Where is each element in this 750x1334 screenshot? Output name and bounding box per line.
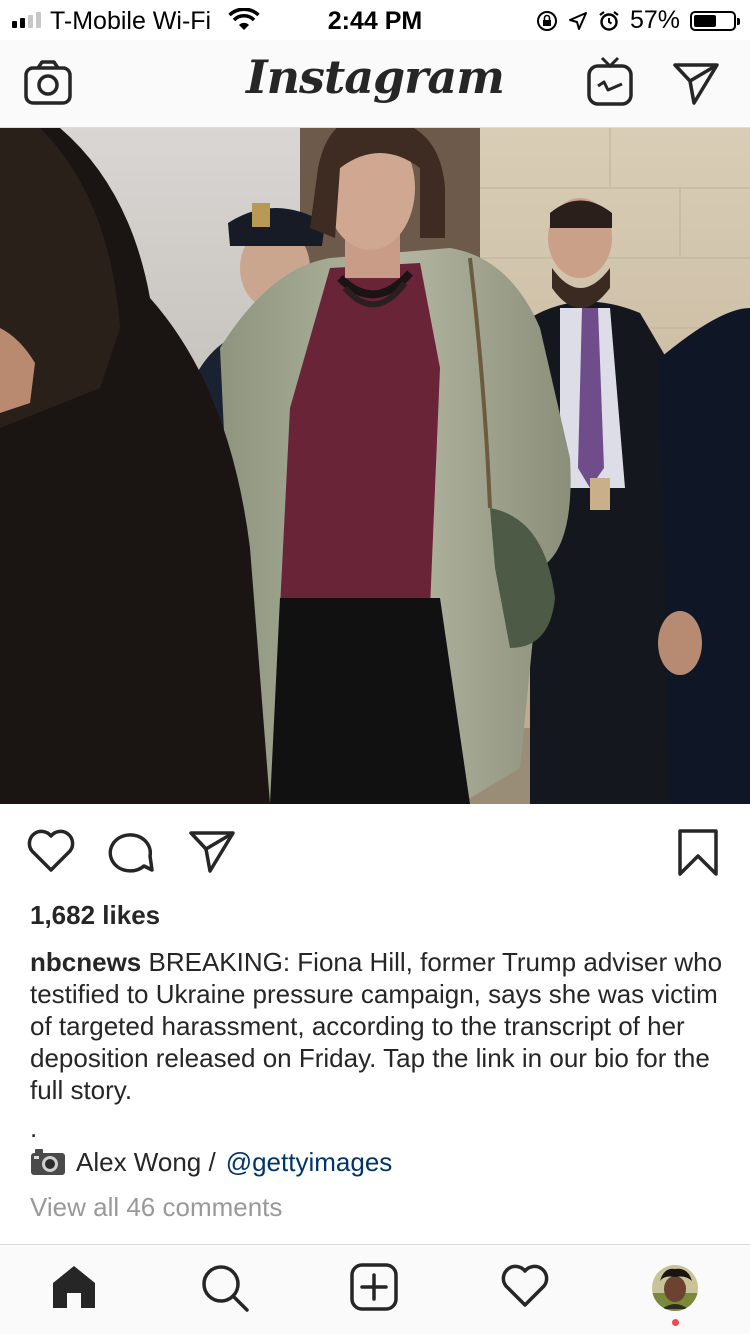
battery-icon — [690, 10, 740, 31]
battery-percentage: 57% — [629, 6, 680, 34]
caption-dot: . — [30, 1113, 38, 1143]
top-navigation-bar: Instagram — [0, 40, 750, 128]
post-action-bar — [0, 820, 750, 884]
location-icon — [568, 11, 587, 30]
igtv-icon[interactable] — [586, 56, 634, 108]
search-icon[interactable] — [200, 1263, 250, 1313]
photo-credit: Alex Wong / @gettyimages — [30, 1146, 392, 1178]
post-caption: nbcnews BREAKING: Fiona Hill, former Tru… — [30, 946, 730, 1106]
profile-avatar[interactable] — [652, 1265, 698, 1311]
orientation-lock-icon — [536, 10, 557, 31]
like-count[interactable]: 1,682 likes — [30, 900, 160, 931]
direct-message-icon[interactable] — [672, 62, 720, 106]
camera-emoji-icon — [31, 1149, 65, 1175]
alarm-icon — [599, 10, 619, 31]
notification-dot — [672, 1319, 679, 1326]
new-post-icon[interactable] — [350, 1263, 398, 1311]
like-icon[interactable] — [26, 828, 76, 874]
home-icon[interactable] — [50, 1263, 98, 1311]
post-photo[interactable] — [0, 128, 750, 804]
credit-handle-link[interactable]: @gettyimages — [226, 1146, 393, 1178]
status-bar: T-Mobile Wi-Fi 2:44 PM 57% — [0, 0, 750, 40]
caption-username[interactable]: nbcnews — [30, 947, 141, 977]
credit-photographer: Alex Wong / — [76, 1147, 216, 1177]
instagram-logo: Instagram — [246, 50, 505, 104]
battery-level — [694, 14, 716, 27]
view-all-comments-link[interactable]: View all 46 comments — [30, 1192, 282, 1223]
bookmark-icon[interactable] — [676, 828, 720, 878]
comment-icon[interactable] — [106, 828, 156, 876]
activity-icon[interactable] — [500, 1263, 550, 1309]
bottom-tab-bar — [0, 1244, 750, 1334]
share-icon[interactable] — [188, 830, 236, 874]
